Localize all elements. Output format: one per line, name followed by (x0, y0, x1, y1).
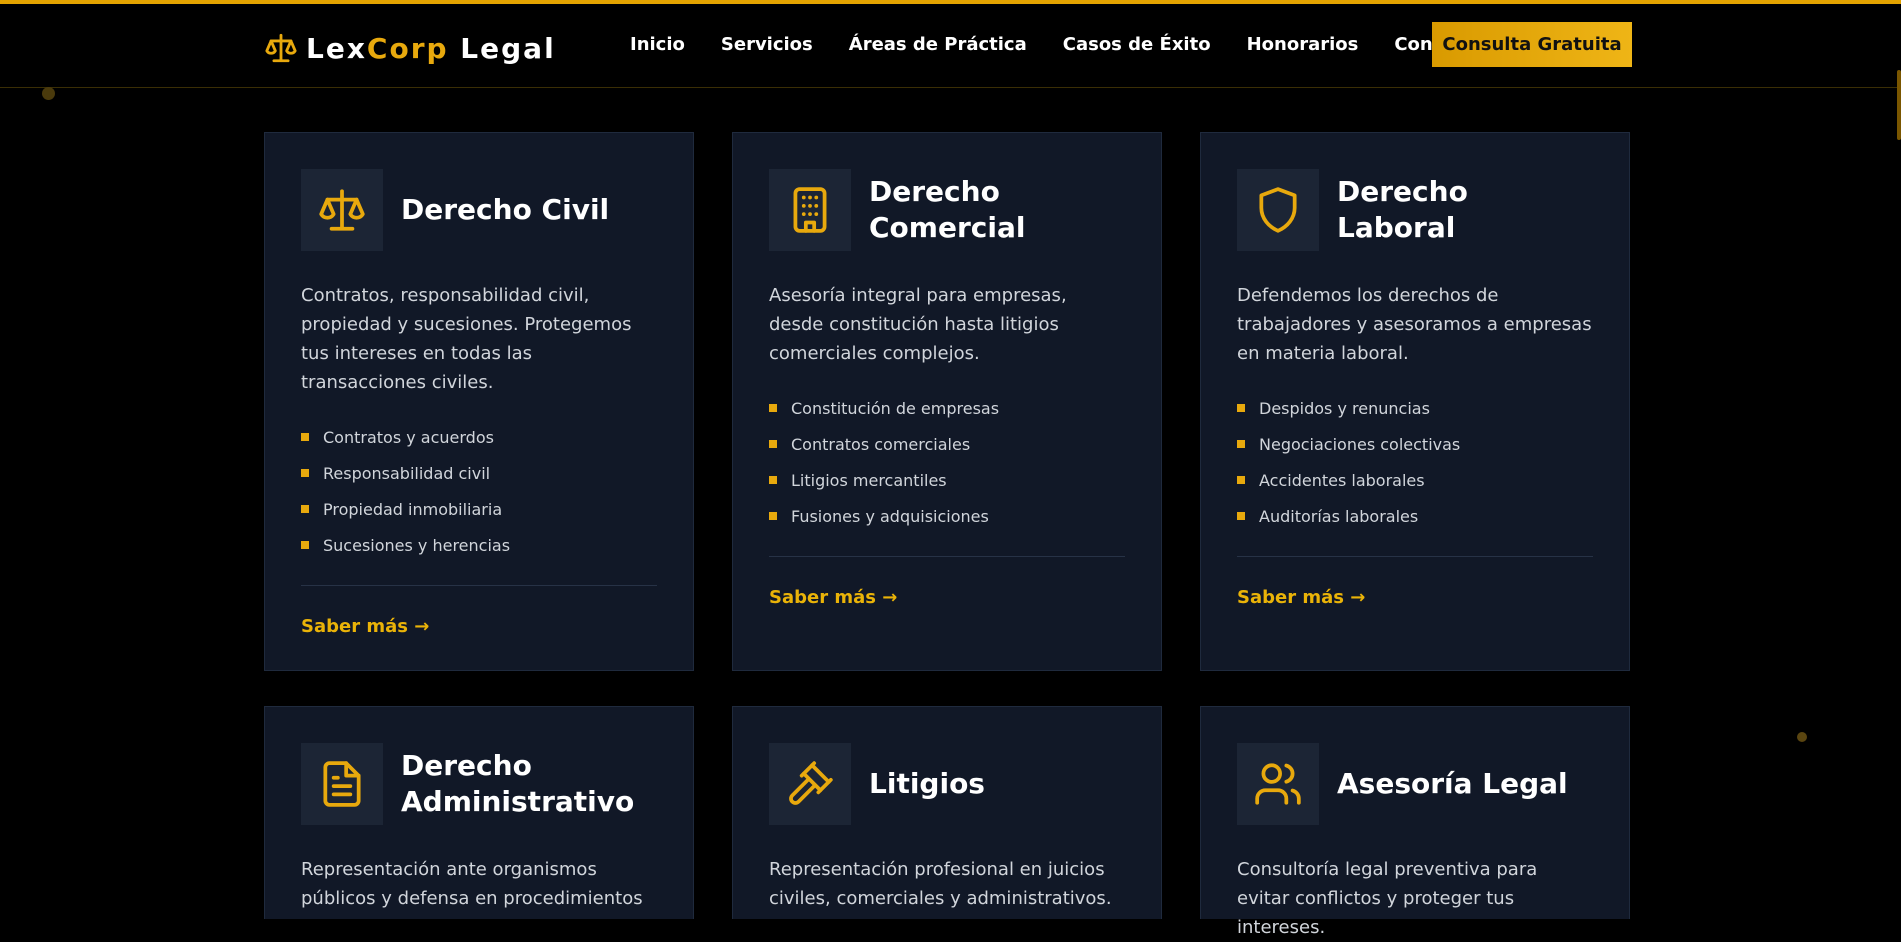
list-item: Litigios mercantiles (769, 462, 1125, 498)
service-card-civil: Derecho Civil Contratos, responsabilidad… (264, 132, 694, 671)
bullet-icon (1237, 476, 1245, 484)
card-description: Representación profesional en juicios ci… (769, 859, 1112, 909)
main-nav: Inicio Servicios Áreas de Práctica Casos… (630, 34, 1521, 55)
service-card-laboral: Derecho Laboral Defendemos los derechos … (1200, 132, 1630, 671)
list-item: Despidos y renuncias (1237, 390, 1593, 426)
list-item: Accidentes laborales (1237, 462, 1593, 498)
bullet-icon (1237, 512, 1245, 520)
bullet-icon (769, 476, 777, 484)
decorative-dot (42, 87, 55, 100)
building-icon (793, 187, 827, 233)
list-item: Sucesiones y herencias (301, 527, 657, 563)
card-divider (769, 556, 1125, 557)
list-item: Contratos comerciales (769, 426, 1125, 462)
decorative-dot (1797, 732, 1807, 742)
card-description: Asesoría integral para empresas, desde c… (769, 285, 1067, 364)
document-icon (323, 761, 361, 807)
card-description: Representación ante organismos públicos … (301, 859, 643, 909)
saber-mas-link[interactable]: Saber más → (1237, 587, 1365, 608)
card-divider (301, 585, 657, 586)
list-item: Fusiones y adquisiciones (769, 498, 1125, 534)
nav-areas-practica[interactable]: Áreas de Práctica (849, 34, 1027, 55)
bullet-icon (301, 541, 309, 549)
nav-inicio[interactable]: Inicio (630, 34, 685, 55)
card-description: Contratos, responsabilidad civil, propie… (301, 285, 632, 393)
shield-icon (1259, 187, 1297, 233)
bullet-icon (301, 505, 309, 513)
service-card-administrativo: Derecho Administrativo Representación an… (264, 706, 694, 919)
logo[interactable]: LexCorp Legal (264, 28, 556, 68)
bullet-icon (769, 512, 777, 520)
list-item: Responsabilidad civil (301, 455, 657, 491)
service-card-comercial: Derecho Comercial Asesoría integral para… (732, 132, 1162, 671)
list-item: Negociaciones colectivas (1237, 426, 1593, 462)
site-header: LexCorp Legal Inicio Servicios Áreas de … (0, 4, 1901, 88)
list-item: Constitución de empresas (769, 390, 1125, 426)
card-description: Defendemos los derechos de trabajadores … (1237, 285, 1592, 364)
card-icon-box (1237, 169, 1319, 251)
gavel-icon (789, 761, 833, 805)
scales-icon (265, 33, 297, 63)
card-title: Derecho Administrativo (401, 749, 635, 818)
service-card-litigios: Litigios Representación profesional en j… (732, 706, 1162, 919)
bullet-icon (301, 433, 309, 441)
card-icon-box (301, 743, 383, 825)
card-feature-list: Contratos y acuerdos Responsabilidad civ… (301, 419, 657, 563)
consulta-gratuita-button[interactable]: Consulta Gratuita (1432, 22, 1632, 67)
nav-servicios[interactable]: Servicios (721, 34, 813, 55)
bullet-icon (1237, 440, 1245, 448)
users-icon (1255, 763, 1301, 805)
logo-text: LexCorp Legal (306, 31, 556, 65)
list-item: Auditorías laborales (1237, 498, 1593, 534)
card-feature-list: Constitución de empresas Contratos comer… (769, 390, 1125, 534)
card-title: Derecho Comercial (869, 175, 1026, 244)
list-item: Propiedad inmobiliaria (301, 491, 657, 527)
card-divider (1237, 556, 1593, 557)
bullet-icon (301, 469, 309, 477)
card-feature-list: Despidos y renuncias Negociaciones colec… (1237, 390, 1593, 534)
card-title: Litigios (869, 767, 985, 800)
service-card-asesoria: Asesoría Legal Consultoría legal prevent… (1200, 706, 1630, 938)
scales-icon (319, 189, 365, 231)
bullet-icon (1237, 404, 1245, 412)
card-title: Derecho Laboral (1337, 175, 1468, 244)
nav-honorarios[interactable]: Honorarios (1247, 34, 1359, 55)
card-icon-box (1237, 743, 1319, 825)
list-item: Contratos y acuerdos (301, 419, 657, 455)
card-title: Derecho Civil (401, 193, 610, 226)
card-description: Consultoría legal preventiva para evitar… (1237, 859, 1538, 938)
card-icon-box (769, 743, 851, 825)
card-icon-box (769, 169, 851, 251)
nav-casos-exito[interactable]: Casos de Éxito (1063, 34, 1211, 55)
scrollbar-thumb[interactable] (1897, 70, 1901, 140)
card-icon-box (301, 169, 383, 251)
saber-mas-link[interactable]: Saber más → (301, 616, 429, 637)
bullet-icon (769, 404, 777, 412)
bullet-icon (769, 440, 777, 448)
saber-mas-link[interactable]: Saber más → (769, 587, 897, 608)
card-title: Asesoría Legal (1337, 767, 1568, 800)
